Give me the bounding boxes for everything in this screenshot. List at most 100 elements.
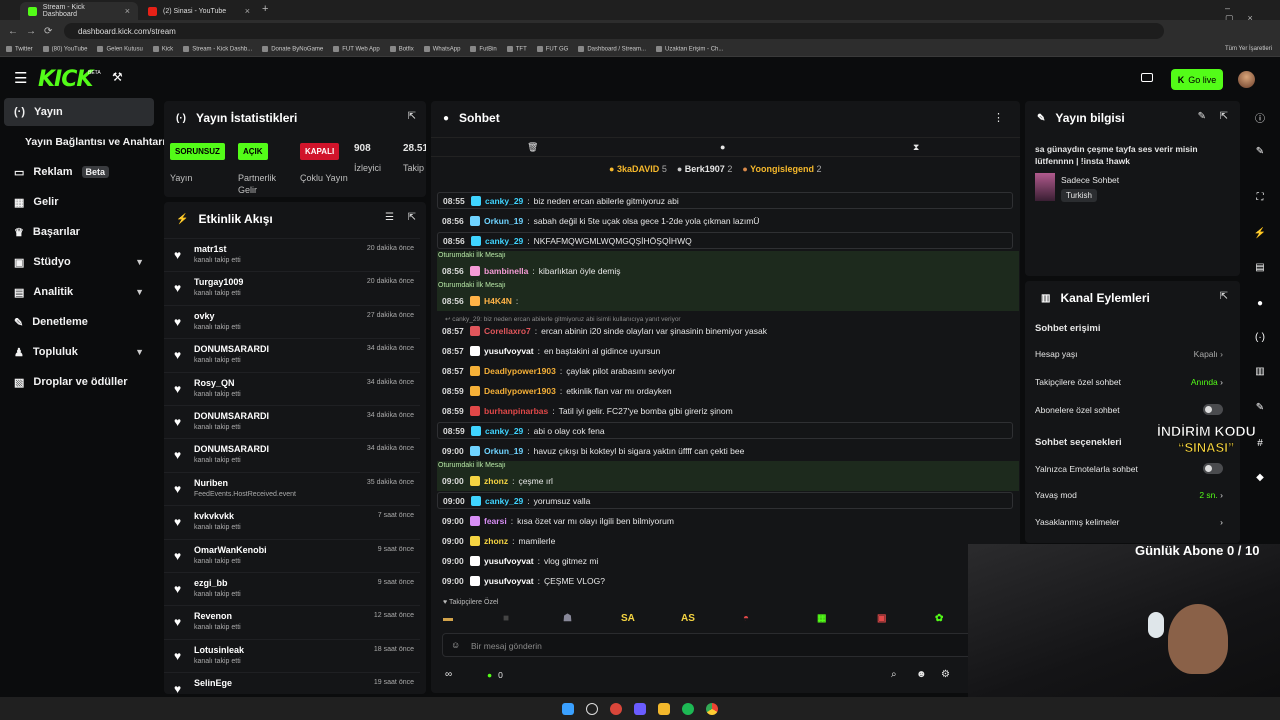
message-user[interactable]: yusufvoyvat [484, 346, 534, 356]
chat-message[interactable]: 09:00 fearsi: kısa özet var mı olayı ilgil… [437, 512, 1013, 529]
chat-message[interactable]: 09:00 zhonz: çeşme ırl [437, 472, 1013, 489]
chat-message[interactable]: 08:59 burhanpinarbas: Tatil iyi gelir. FC2… [437, 402, 1013, 419]
chat-message[interactable]: 08:56 H4K4N: [437, 292, 1013, 309]
message-user[interactable]: H4K4N [484, 296, 512, 306]
mode-toggle-icon[interactable] [1141, 73, 1153, 82]
message-user[interactable]: yusufvoyvat [484, 576, 534, 586]
feed-item[interactable]: ♥ Revenon kanalı takip etti 12 saat önce [164, 605, 420, 638]
points-counter[interactable]: ● 0 [487, 670, 503, 680]
chat-message[interactable]: 08:57 yusufvoyvat: en baştakini al gidince… [437, 342, 1013, 359]
emote-only-toggle[interactable] [1203, 463, 1223, 474]
tag-icon[interactable]: ◆ [1246, 464, 1274, 490]
expand-icon[interactable]: ⛶ [1246, 184, 1274, 210]
reload-icon[interactable]: ⟳ [44, 26, 52, 37]
gear-icon[interactable]: ⚙ [941, 669, 950, 680]
chat-message[interactable]: 09:00 yusufvoyvat: ÇEŞME VLOG? [437, 572, 1013, 589]
bookmark[interactable]: TFT [507, 46, 527, 52]
emote[interactable]: ■ [503, 613, 509, 624]
lightning-icon[interactable]: ⚡ [1246, 220, 1274, 246]
message-user[interactable]: canky_29 [485, 236, 523, 246]
popout-icon[interactable]: ⇱ [408, 212, 416, 223]
chat-message[interactable]: 08:57 Corellaxro7: ercan abinin i20 sinde … [437, 322, 1013, 339]
all-bookmarks[interactable]: Tüm Yer İşaretleri [1225, 46, 1272, 52]
bookmark[interactable]: Gelen Kutusu [97, 46, 142, 52]
sidebar-item-stream-key[interactable]: Yayın Bağlantısı ve Anahtarı [4, 128, 165, 156]
feed-item[interactable]: ♥ SelinEge 19 saat önce [164, 672, 420, 694]
new-tab-button[interactable]: + [262, 3, 268, 15]
close-tab-icon[interactable]: × [245, 6, 250, 16]
close-tab-icon[interactable]: × [125, 6, 130, 16]
message-user[interactable]: zhonz [484, 536, 508, 546]
feed-item[interactable]: ♥ Turgay1009 kanalı takip etti 20 dakika ön… [164, 271, 420, 304]
sidebar-item-analitik[interactable]: ▤ Analitik ▼ [4, 278, 154, 306]
leader-item[interactable]: ● 3kaDAVID 5 [609, 164, 667, 174]
bookmark[interactable]: Kick [153, 46, 173, 52]
message-user[interactable]: canky_29 [485, 496, 523, 506]
feed-item[interactable]: ♥ DONUMSARARDI kanalı takip etti 34 dakika … [164, 405, 420, 438]
broadcast-icon[interactable]: (·) [1246, 324, 1274, 350]
bookmark[interactable]: Donate ByNoGame [262, 46, 323, 52]
chat-message[interactable]: 09:00 Orkun_19: havuz çıkışı bi kokteyl bi… [437, 442, 1013, 459]
filter-icon[interactable]: ☰ [385, 212, 394, 223]
chat-message[interactable]: 08:56 bambinella: kibarlıktan öyle demiş [437, 262, 1013, 279]
url-field[interactable]: dashboard.kick.com/stream [64, 23, 1164, 39]
forward-icon[interactable]: → [26, 26, 36, 37]
emote[interactable]: ☗ [563, 613, 572, 624]
chat-message[interactable]: 08:59 Deadlypower1903: etkinlik flan var m… [437, 382, 1013, 399]
bookmark[interactable]: Uzaktan Erişim - Ch... [656, 46, 723, 52]
chat-message[interactable]: 09:00 canky_29: yorumsuz valla [437, 492, 1013, 509]
message-user[interactable]: yusufvoyvat [484, 556, 534, 566]
popout-icon[interactable]: ⇱ [1220, 111, 1228, 122]
emote-icon[interactable]: ☻ [916, 669, 927, 680]
message-user[interactable]: canky_29 [485, 196, 523, 206]
channel-icon[interactable]: ▥ [1246, 358, 1274, 384]
message-user[interactable]: bambinella [484, 266, 528, 276]
feed-item[interactable]: ♥ Nuriben FeedEvents.HostReceived.event 35 … [164, 471, 420, 505]
emoji-icon[interactable]: ☺ [451, 640, 460, 650]
bookmark[interactable]: FUT Web App [333, 46, 379, 52]
message-user[interactable]: burhanpinarbas [484, 406, 548, 416]
spotify-icon[interactable] [682, 702, 694, 715]
hamburger-menu-icon[interactable]: ☰ [14, 69, 27, 87]
chat-message[interactable]: 08:57 Deadlypower1903: çaylak pilot arabas… [437, 362, 1013, 379]
search-icon[interactable] [586, 702, 598, 715]
category-thumbnail[interactable] [1035, 173, 1055, 201]
kick-logo[interactable]: KICK [38, 67, 93, 92]
chat-message[interactable]: 09:00 zhonz: mamilerle [437, 532, 1013, 549]
feed-item[interactable]: ♥ matr1st kanalı takip etti 20 dakika önce [164, 238, 420, 271]
chrome-icon[interactable] [706, 702, 718, 715]
avatar[interactable] [1238, 71, 1255, 88]
bookmark[interactable]: (80) YouTube [43, 46, 88, 52]
feed-item[interactable]: ♥ ovky kanalı takip etti 27 dakika önce [164, 304, 420, 338]
info-icon[interactable]: ⓘ [1246, 104, 1274, 130]
edit-icon[interactable]: ✎ [1198, 111, 1206, 122]
emote[interactable]: ▬ [443, 613, 453, 624]
feed-item[interactable]: ♥ DONUMSARARDI kanalı takip etti 34 dakika … [164, 438, 420, 471]
popout-icon[interactable]: ⇱ [408, 111, 416, 122]
wrench-icon[interactable]: ✎ [1246, 394, 1274, 420]
app-icon[interactable] [610, 702, 622, 715]
emote[interactable]: AS [681, 613, 695, 624]
message-user[interactable]: canky_29 [485, 426, 523, 436]
chat-message[interactable]: 08:59 canky_29: abi o olay cok fena [437, 422, 1013, 439]
folder-icon[interactable] [658, 702, 670, 715]
slow-mode-row[interactable]: Yavaş mod 2 sn. › [1035, 490, 1223, 500]
chat-message[interactable]: 08:56 canky_29: NKFAFMQWGMLWQMGQŞİHÖŞQİHWQ [437, 232, 1013, 249]
feed-item[interactable]: ♥ Rosy_QN kanalı takip etti 34 dakika önce [164, 371, 420, 405]
chat-message[interactable]: 09:00 yusufvoyvat: vlog gitmez mi [437, 552, 1013, 569]
search-icon[interactable]: ⌕ [891, 669, 897, 680]
chat-icon[interactable]: ● [720, 142, 725, 152]
document-icon[interactable]: ▤ [1246, 254, 1274, 280]
bookmark[interactable]: Twitter [6, 46, 33, 52]
infinity-icon[interactable]: ∞ [445, 669, 452, 680]
discord-icon[interactable] [634, 702, 646, 715]
chat-message[interactable]: 08:55 canky_29: biz neden ercan abilerle g… [437, 192, 1013, 209]
message-user[interactable]: Deadlypower1903 [484, 386, 556, 396]
message-user[interactable]: zhonz [484, 476, 508, 486]
leader-item[interactable]: ● Berk1907 2 [677, 164, 733, 174]
emote[interactable]: ✿ [935, 613, 943, 624]
hourglass-icon[interactable]: ⧗ [913, 142, 919, 153]
emote[interactable]: ▣ [877, 613, 886, 624]
subs-chat-toggle[interactable] [1203, 404, 1223, 415]
emote[interactable]: SA [621, 613, 635, 624]
